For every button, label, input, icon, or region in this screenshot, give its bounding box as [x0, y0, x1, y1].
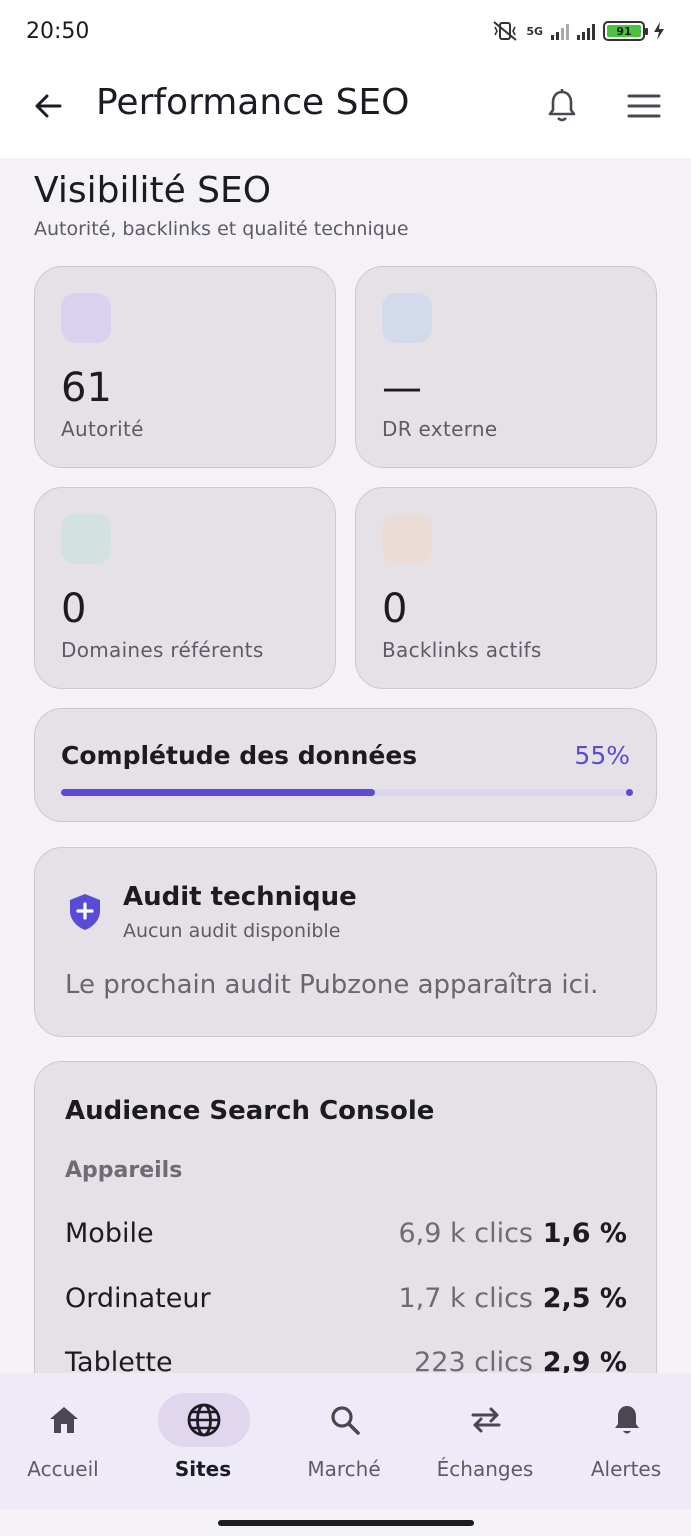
audit-card[interactable]: Audit technique Aucun audit disponible L… [34, 847, 657, 1037]
device-row-mobile: Mobile 6,9 k clics 1,6 % [65, 1218, 627, 1258]
section-subtitle: Autorité, backlinks et qualité technique [34, 218, 409, 240]
dr-external-icon [382, 293, 432, 343]
page-title: Performance SEO [96, 82, 410, 123]
device-name: Ordinateur [65, 1283, 211, 1314]
stat-card-authority[interactable]: 61 Autorité [34, 266, 336, 468]
nav-item-market[interactable]: Marché [275, 1373, 413, 1509]
signal-icon [551, 22, 569, 40]
device-ctr: 2,5 % [542, 1283, 627, 1314]
hamburger-menu-icon [627, 94, 661, 118]
shield-plus-icon [70, 894, 100, 930]
status-icons: 5G 91 [492, 20, 665, 42]
app-bar: Performance SEO [0, 62, 691, 158]
gesture-bar[interactable] [218, 1520, 474, 1526]
device-clicks: 223 clics [414, 1347, 533, 1373]
stat-label: DR externe [382, 417, 498, 441]
nav-pill [299, 1393, 391, 1447]
completeness-label: Complétude des données [61, 741, 418, 770]
device-name: Tablette [65, 1347, 173, 1373]
stat-label: Backlinks actifs [382, 638, 542, 662]
nav-label: Alertes [590, 1457, 662, 1481]
nav-item-sites[interactable]: Sites [134, 1373, 272, 1509]
bottom-navigation: Accueil Sites Marché Échanges Alertes [0, 1373, 691, 1509]
bell-icon [548, 89, 576, 122]
stat-label: Autorité [61, 417, 144, 441]
device-name: Mobile [65, 1218, 154, 1249]
audience-title: Audience Search Console [65, 1096, 435, 1126]
home-icon [50, 1407, 78, 1433]
vibrate-off-icon [493, 21, 517, 41]
device-ctr: 1,6 % [542, 1218, 627, 1249]
nav-pill-active [158, 1393, 250, 1447]
signal-icon-2 [577, 22, 595, 40]
completeness-card: Complétude des données 55% [34, 708, 657, 822]
authority-icon [61, 293, 111, 343]
stat-card-referring-domains[interactable]: 0 Domaines référents [34, 487, 336, 689]
stat-label: Domaines référents [61, 638, 264, 662]
swap-icon [471, 1407, 501, 1433]
audience-card: Audience Search Console Appareils Mobile… [34, 1061, 657, 1373]
stat-value: — [382, 365, 422, 411]
device-clicks: 6,9 k clics [398, 1218, 534, 1249]
nav-item-home[interactable]: Accueil [0, 1373, 132, 1509]
battery-icon: 91 [603, 21, 648, 41]
device-row-desktop: Ordinateur 1,7 k clics 2,5 % [65, 1283, 627, 1323]
network-type: 5G [526, 24, 543, 38]
nav-item-exchanges[interactable]: Échanges [416, 1373, 554, 1509]
stat-value: 0 [382, 586, 408, 632]
stat-card-active-backlinks[interactable]: 0 Backlinks actifs [355, 487, 657, 689]
bell-icon [615, 1406, 639, 1434]
audit-note: Le prochain audit Pubzone apparaîtra ici… [65, 970, 599, 1000]
menu-button[interactable] [622, 84, 666, 128]
device-row-tablet: Tablette 223 clics 2,9 % [65, 1347, 627, 1373]
notifications-button[interactable] [542, 84, 582, 128]
scroll-content[interactable]: Visibilité SEO Autorité, backlinks et qu… [0, 158, 691, 1373]
battery-level: 91 [607, 25, 641, 38]
stat-value: 0 [61, 586, 87, 632]
completeness-progress-fill [61, 789, 375, 796]
charging-icon [654, 22, 664, 40]
arrow-left-icon [35, 94, 62, 118]
nav-label: Accueil [27, 1457, 99, 1481]
search-icon [331, 1406, 360, 1435]
referring-domains-icon [61, 514, 111, 564]
nav-item-alerts[interactable]: Alertes [557, 1373, 691, 1509]
globe-icon [187, 1403, 221, 1437]
device-clicks: 1,7 k clics [398, 1283, 534, 1314]
status-time: 20:50 [26, 18, 90, 44]
stat-card-dr-external[interactable]: — DR externe [355, 266, 657, 468]
nav-pill [18, 1393, 110, 1447]
section-title: Visibilité SEO [34, 170, 272, 211]
nav-pill [581, 1393, 673, 1447]
status-bar: 20:50 5G 91 [0, 0, 691, 62]
back-button[interactable] [28, 86, 68, 126]
stat-value: 61 [61, 365, 112, 411]
nav-label: Échanges [436, 1457, 534, 1481]
device-ctr: 2,9 % [542, 1347, 627, 1373]
completeness-progress-track [61, 789, 633, 796]
nav-pill [440, 1393, 532, 1447]
progress-end-dot [626, 789, 633, 796]
devices-subtitle: Appareils [65, 1158, 183, 1183]
audit-title: Audit technique [123, 882, 357, 912]
completeness-percent: 55% [574, 741, 630, 770]
nav-label: Marché [307, 1457, 381, 1481]
nav-label: Sites [174, 1457, 232, 1481]
audit-subtitle: Aucun audit disponible [123, 920, 341, 942]
backlinks-icon [382, 514, 432, 564]
